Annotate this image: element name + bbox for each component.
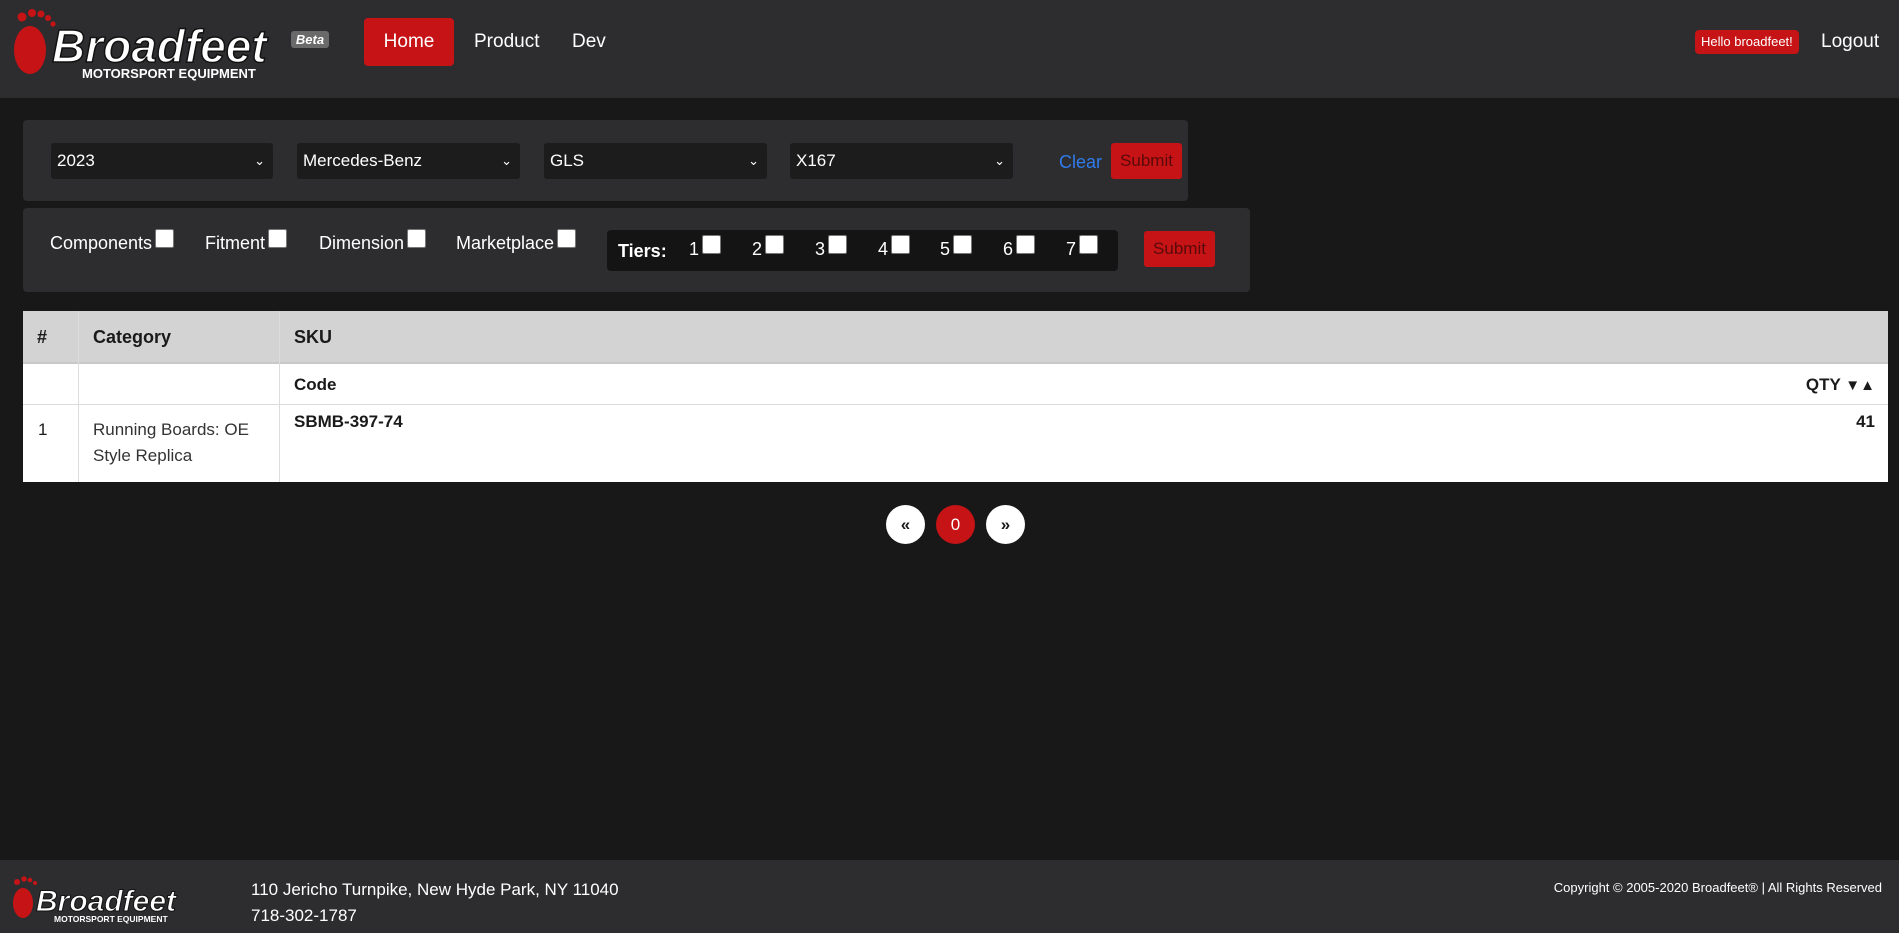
pagination-prev-button[interactable]: « (886, 505, 925, 544)
footer-address: 110 Jericho Turnpike, New Hyde Park, NY … (251, 880, 619, 899)
row-qty: 41 (1856, 412, 1875, 431)
tiers-group: Tiers: 1 2 3 4 5 6 7 (607, 230, 1118, 271)
tier-1-checkbox[interactable] (702, 235, 722, 254)
broadfeet-footer-logo: Broadfeet MOTORSPORT EQUIPMENT (13, 876, 179, 924)
year-select-value: 2023 (57, 151, 95, 170)
chassis-select[interactable]: X167 ⌄ (790, 143, 1013, 179)
vehicle-submit-button[interactable]: Submit (1111, 143, 1182, 179)
header-num: # (37, 327, 48, 347)
components-checkbox[interactable] (155, 229, 175, 248)
fitment-checkbox[interactable] (268, 229, 288, 248)
chevron-down-icon: ⌄ (501, 153, 512, 168)
svg-text:Broadfeet: Broadfeet (52, 20, 268, 72)
make-select-value: Mercedes-Benz (303, 151, 423, 170)
beta-badge: Beta (291, 31, 329, 48)
tier-label: 7 (1066, 239, 1077, 259)
top-navbar: Broadfeet MOTORSPORT EQUIPMENT Beta Home… (0, 0, 1899, 98)
tier-label: 3 (815, 239, 826, 259)
components-label: Components (50, 233, 153, 253)
chevron-down-icon: ⌄ (254, 153, 265, 168)
clear-link[interactable]: Clear (1059, 150, 1102, 174)
nav-product[interactable]: Product (454, 18, 559, 66)
svg-text:MOTORSPORT EQUIPMENT: MOTORSPORT EQUIPMENT (54, 914, 168, 924)
year-select[interactable]: 2023 ⌄ (51, 143, 273, 179)
tier-label: 1 (689, 239, 700, 259)
svg-text:MOTORSPORT EQUIPMENT: MOTORSPORT EQUIPMENT (82, 66, 256, 81)
tier-5-checkbox[interactable] (953, 235, 973, 254)
sku-subheader-row: Code QTY ▼▲ (23, 365, 1888, 405)
footer-contact: 110 Jericho Turnpike, New Hyde Park, NY … (251, 877, 619, 929)
pagination-next-button[interactable]: » (986, 505, 1025, 544)
tier-5-option: 5 (940, 235, 973, 261)
logout-link[interactable]: Logout (1821, 30, 1879, 54)
tier-3-option: 3 (815, 235, 848, 261)
nav-dev[interactable]: Dev (552, 18, 626, 66)
tier-label: 6 (1003, 239, 1014, 259)
tier-6-option: 6 (1003, 235, 1036, 261)
footer-phone: 718-302-1787 (251, 906, 357, 925)
header-category: Category (93, 327, 172, 347)
results-table: # Category SKU Code QTY ▼▲ 1 Running Boa… (23, 311, 1888, 482)
chevron-down-icon: ⌄ (994, 153, 1005, 168)
tier-label: 4 (878, 239, 889, 259)
fitment-option: Fitment (205, 229, 288, 255)
footer-copyright: Copyright © 2005-2020 Broadfeet® | All R… (1553, 880, 1882, 895)
fitment-label: Fitment (205, 233, 266, 253)
marketplace-option: Marketplace (456, 229, 577, 255)
marketplace-label: Marketplace (456, 233, 555, 253)
options-submit-button[interactable]: Submit (1144, 231, 1215, 267)
tier-2-option: 2 (752, 235, 785, 261)
row-sku-code[interactable]: SBMB-397-74 (294, 409, 403, 435)
code-header: Code (294, 375, 337, 394)
components-option: Components (50, 229, 175, 255)
user-greeting-badge: Hello broadfeet! (1695, 30, 1799, 54)
tier-7-checkbox[interactable] (1079, 235, 1099, 254)
header-sku: SKU (294, 327, 333, 347)
tier-7-option: 7 (1066, 235, 1099, 261)
tier-3-checkbox[interactable] (828, 235, 848, 254)
pagination-current-page[interactable]: 0 (936, 505, 975, 544)
marketplace-checkbox[interactable] (557, 229, 577, 248)
tier-1-option: 1 (689, 235, 722, 261)
vehicle-filter-panel: 2023 ⌄ Mercedes-Benz ⌄ GLS ⌄ X167 ⌄ Clea… (23, 120, 1188, 201)
tier-label: 2 (752, 239, 763, 259)
qty-sort-header[interactable]: QTY ▼▲ (1806, 365, 1875, 406)
tier-6-checkbox[interactable] (1016, 235, 1036, 254)
tier-2-checkbox[interactable] (765, 235, 785, 254)
qty-header-label: QTY (1805, 375, 1841, 394)
chassis-select-value: X167 (796, 151, 836, 170)
make-select[interactable]: Mercedes-Benz ⌄ (297, 143, 520, 179)
tier-label: 5 (940, 239, 951, 259)
dimension-checkbox[interactable] (407, 229, 427, 248)
model-select-value: GLS (550, 151, 585, 170)
tier-4-checkbox[interactable] (891, 235, 911, 254)
tier-4-option: 4 (878, 235, 911, 261)
options-filter-panel: Components Fitment Dimension Marketplace… (23, 208, 1250, 292)
broadfeet-logo[interactable]: Broadfeet MOTORSPORT EQUIPMENT (8, 4, 293, 82)
sort-arrows-icon[interactable]: ▼▲ (1845, 377, 1875, 394)
tiers-label: Tiers: (618, 241, 667, 261)
table-header-row: # Category SKU (23, 311, 1888, 364)
dimension-label: Dimension (319, 233, 405, 253)
model-select[interactable]: GLS ⌄ (544, 143, 767, 179)
row-number: 1 (38, 420, 48, 439)
dimension-option: Dimension (319, 229, 427, 255)
chevron-down-icon: ⌄ (748, 153, 759, 168)
nav-home[interactable]: Home (364, 18, 454, 66)
footer: Broadfeet MOTORSPORT EQUIPMENT 110 Jeric… (0, 860, 1899, 933)
row-category: Running Boards: OE Style Replica (93, 420, 249, 465)
